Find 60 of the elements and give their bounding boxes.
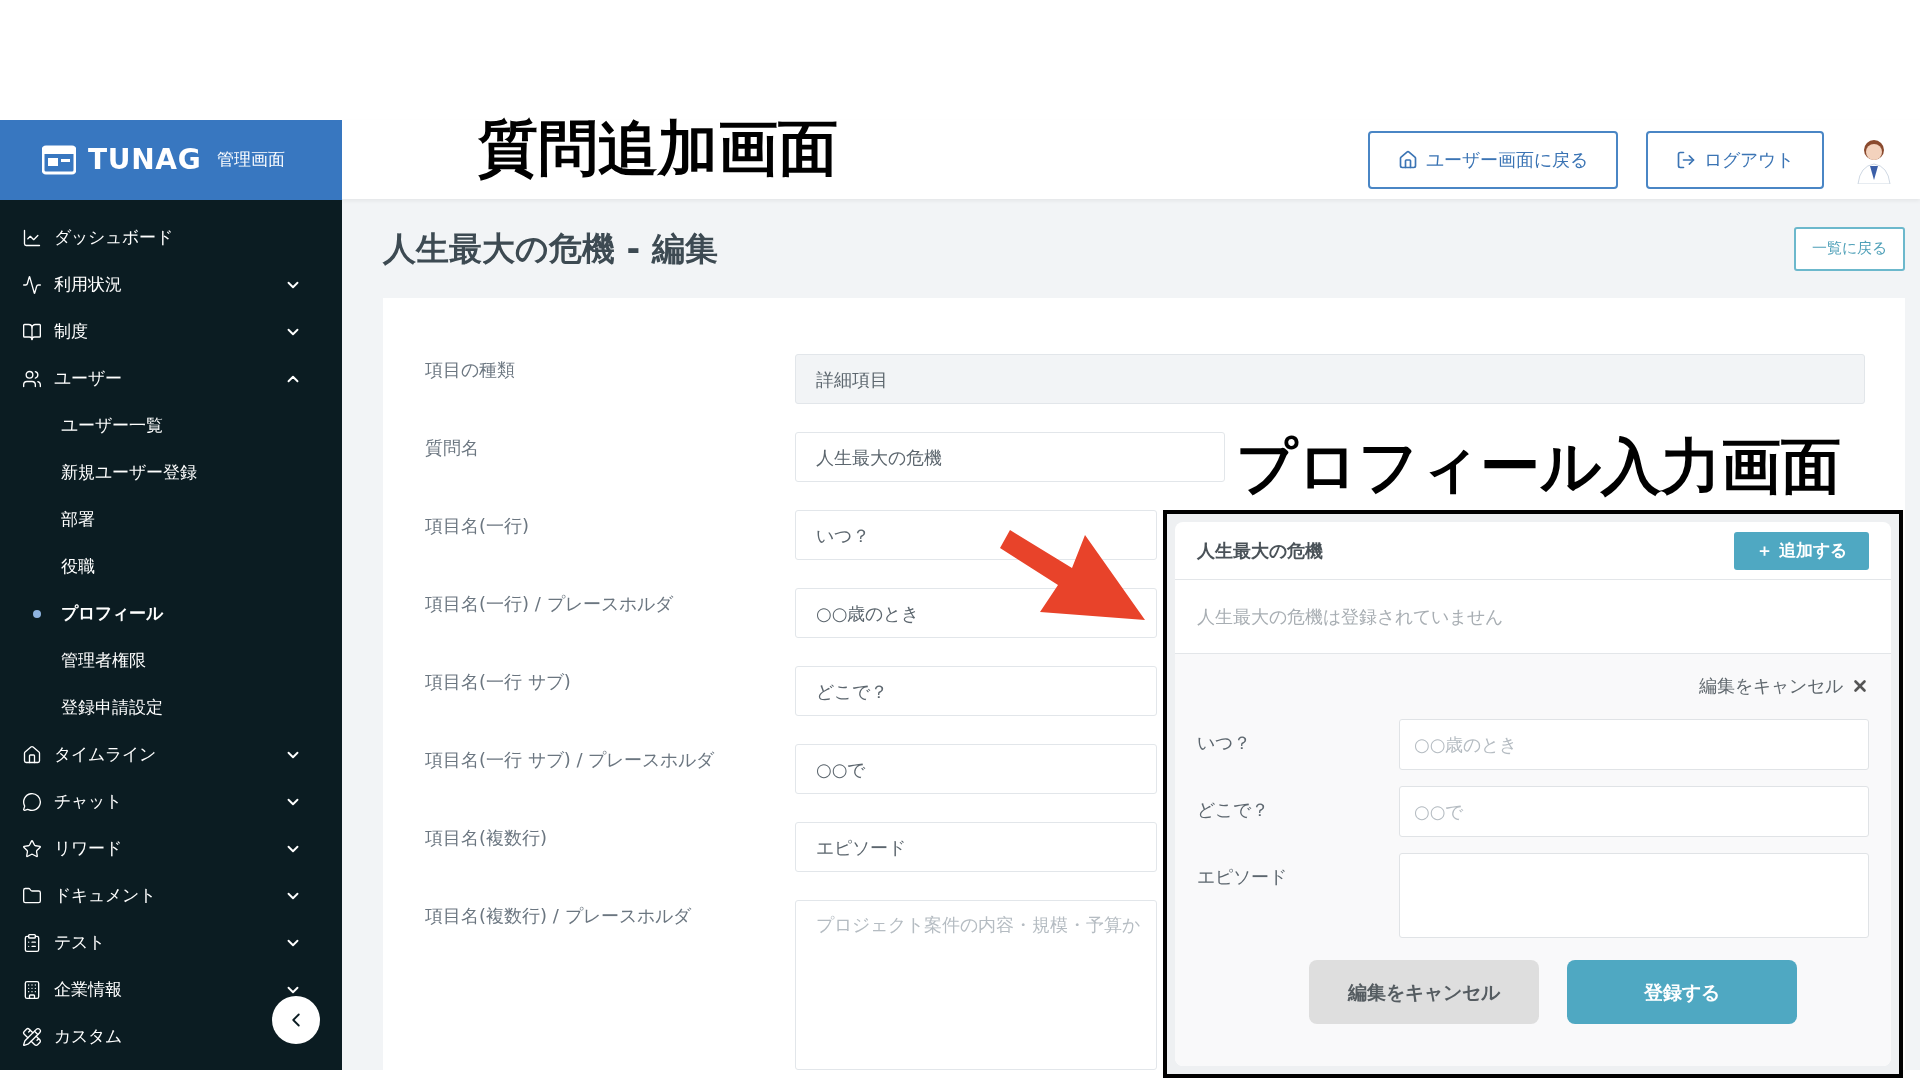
field-label: いつ？ <box>1197 731 1252 755</box>
field-label: 項目名(複数行) <box>425 826 549 850</box>
sidebar-item[interactable]: ユーザー <box>0 355 342 402</box>
input-field[interactable]: ○○で <box>795 744 1157 794</box>
menu-item-icon <box>22 838 42 859</box>
submenu-item[interactable]: 新規ユーザー登録 <box>0 449 342 496</box>
input-field[interactable]: どこで？ <box>795 666 1157 716</box>
field-label: 項目名(一行 サブ) / プレースホルダ <box>425 748 716 772</box>
submenu-item[interactable]: 役職 <box>0 543 342 590</box>
cancel-edit-button[interactable]: 編集をキャンセル <box>1309 960 1539 1024</box>
logo-text: TUNAG <box>88 142 202 178</box>
logout-button[interactable]: ログアウト <box>1646 130 1824 189</box>
field-label: エピソード <box>1197 865 1288 889</box>
sidebar-item[interactable]: 制度 <box>0 308 342 355</box>
sidebar-item[interactable]: リワード <box>0 825 342 872</box>
back-to-user-button[interactable]: ユーザー画面に戻る <box>1368 130 1618 189</box>
sidebar-item[interactable]: ダッシュボード <box>0 214 342 261</box>
collapse-button[interactable] <box>272 996 320 1044</box>
menu-item-icon <box>22 979 42 1000</box>
annotation-title: プロフィール入力画面 <box>1236 436 1841 496</box>
input-field[interactable]: 人生最大の危機 <box>795 432 1225 482</box>
submenu-item[interactable]: プロフィール <box>0 590 342 637</box>
sidebar-item[interactable]: 企業情報 <box>0 966 342 1013</box>
submenu-item[interactable]: 部署 <box>0 496 342 543</box>
menu-item-icon <box>22 274 42 295</box>
field-label: 項目名(一行) / プレースホルダ <box>425 592 674 616</box>
sidebar-item[interactable]: タイムライン <box>0 731 342 778</box>
logout-icon <box>1676 149 1696 170</box>
logo-subtitle: 管理画面 <box>217 148 286 172</box>
menu-item-icon <box>22 885 42 906</box>
home-icon <box>1398 149 1418 170</box>
menu-item-icon <box>22 791 42 812</box>
submenu-item[interactable]: 管理者権限 <box>0 637 342 684</box>
menu-item-icon <box>22 932 42 953</box>
field-label: 項目名(一行) <box>425 514 531 538</box>
sidebar-item[interactable]: チャット <box>0 778 342 825</box>
field-label: 項目名(複数行) / プレースホルダ <box>425 904 692 928</box>
menu-item-icon <box>22 227 42 248</box>
page-title: 人生最大の危機 - 編集 <box>383 227 718 270</box>
menu-item-icon <box>22 1026 42 1047</box>
sidebar-item[interactable]: 利用状況 <box>0 261 342 308</box>
field-label: どこで？ <box>1197 798 1270 822</box>
sidebar-item[interactable]: カスタム <box>0 1013 342 1060</box>
card-title: 人生最大の危機 <box>1197 539 1323 563</box>
textarea-field[interactable] <box>1399 853 1869 938</box>
sidebar-item[interactable]: テスト <box>0 919 342 966</box>
menu-item-icon <box>22 321 42 342</box>
field-label: 項目名(一行 サブ) <box>425 670 572 694</box>
input-field[interactable]: エピソード <box>795 822 1157 872</box>
submenu-item[interactable]: ユーザー一覧 <box>0 402 342 449</box>
empty-message: 人生最大の危機は登録されていません <box>1197 605 1503 629</box>
menu-item-icon <box>22 744 42 765</box>
field-label: 項目の種類 <box>425 358 516 382</box>
readonly-field: 詳細項目 <box>795 354 1865 404</box>
cancel-edit-link[interactable]: 編集をキャンセル <box>1699 672 1869 699</box>
submenu-item[interactable]: 登録申請設定 <box>0 684 342 731</box>
field-label: 質問名 <box>425 436 480 460</box>
menu-item-icon <box>22 368 42 389</box>
logo-icon <box>42 145 76 175</box>
sidebar-item[interactable]: ドキュメント <box>0 872 342 919</box>
